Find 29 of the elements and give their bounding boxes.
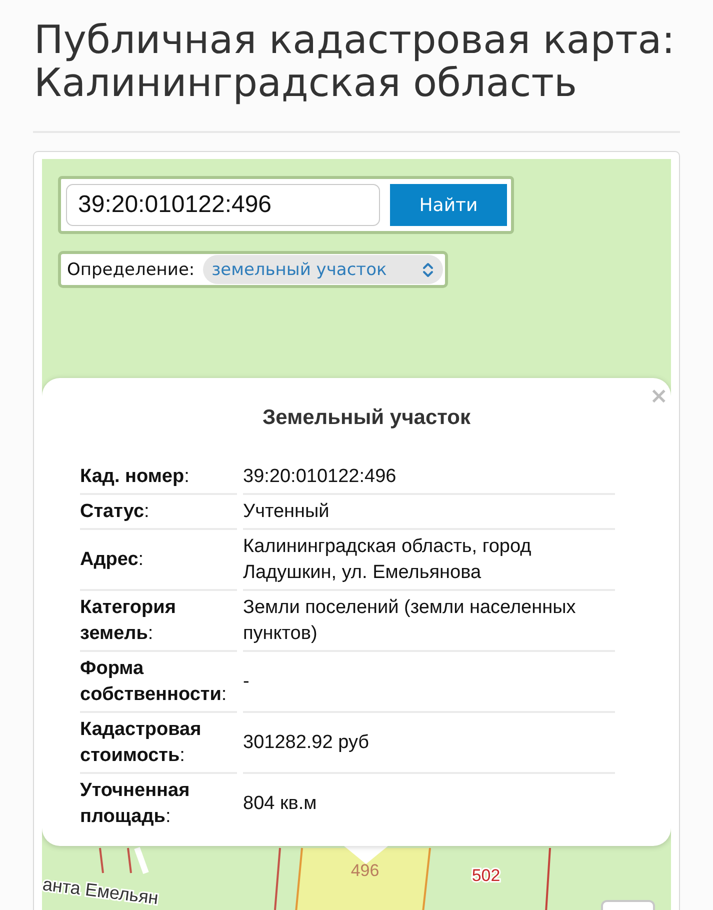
field-label: Кадастровая стоимость: (80, 713, 237, 774)
field-label: Категория земель: (80, 591, 237, 652)
field-value: Калининградская область, город Ладушкин, ул. Емельянова (243, 530, 615, 591)
field-label: Кад. номер: (80, 460, 237, 495)
parcel-boundary-line (99, 848, 104, 874)
street-label: анта Емельян (42, 874, 160, 908)
parcel-number-label: 502 (472, 866, 500, 885)
field-value: - (243, 652, 615, 713)
parcel-number-label: 496 (350, 861, 380, 880)
field-value: Учтенный (243, 495, 615, 530)
parcel-boundary-line (274, 848, 281, 910)
land-parcel[interactable] (295, 847, 431, 910)
field-value: 39:20:010122:496 (243, 460, 615, 495)
definition-select[interactable]: земельный участок (202, 255, 443, 284)
definition-label: Определение: (67, 260, 195, 280)
page-title: Публичная кадастровая карта: Калининградская область (34, 19, 676, 105)
field-value: 301282.92 руб (243, 713, 615, 774)
popup-title: Земельный участок (262, 406, 472, 430)
field-value: 804 кв.м (243, 792, 318, 816)
search-field[interactable]: 39:20:010122:496 (66, 184, 380, 226)
land-parcel[interactable] (545, 848, 551, 910)
field-label: Форма собственности: (80, 652, 237, 713)
field-label: Уточненная площадь: (80, 779, 191, 829)
field-label: Адрес: (80, 530, 237, 591)
field-value: Земли поселений (земли населенных пунктов) (243, 591, 615, 652)
find-button[interactable]: Найти (390, 184, 507, 226)
chevron-up-down-icon (422, 262, 434, 278)
parcel-boundary-line (127, 848, 132, 874)
field-label: Статус: (80, 495, 237, 530)
